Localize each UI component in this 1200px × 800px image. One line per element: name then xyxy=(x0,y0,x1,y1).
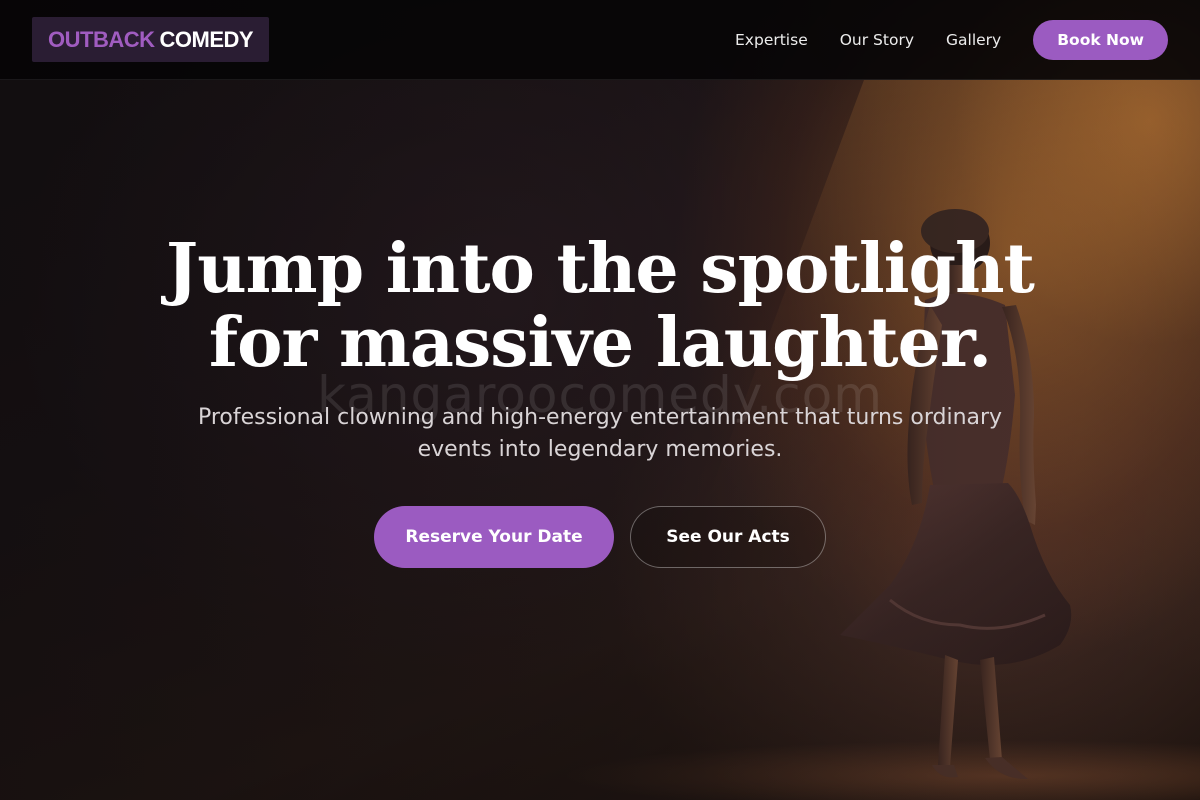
hero-subtitle-line-2: events into legendary memories. xyxy=(417,437,783,462)
hero-cta-row: Reserve Your Date See Our Acts xyxy=(374,506,826,568)
site-logo[interactable]: OUTBACK COMEDY xyxy=(32,17,270,62)
book-now-button[interactable]: Book Now xyxy=(1033,19,1168,60)
logo-accent-text: OUTBACK xyxy=(48,26,155,52)
hero-title: Jump into the spotlight for massive laug… xyxy=(166,229,1035,383)
nav-link-expertise[interactable]: Expertise xyxy=(735,31,808,49)
hero-title-line-2: for massive laughter. xyxy=(208,303,992,383)
see-acts-button[interactable]: See Our Acts xyxy=(630,506,826,568)
hero-subtitle-line-1: Professional clowning and high-energy en… xyxy=(197,405,1003,430)
main-nav: Expertise Our Story Gallery Book Now xyxy=(735,19,1168,60)
hero-subtitle: Professional clowning and high-energy en… xyxy=(180,402,1020,466)
hero-title-line-1: Jump into the spotlight xyxy=(166,229,1035,309)
hero-section: Jump into the spotlight for massive laug… xyxy=(0,232,1200,568)
logo-main-text: COMEDY xyxy=(159,26,254,52)
nav-link-gallery[interactable]: Gallery xyxy=(946,31,1001,49)
nav-link-our-story[interactable]: Our Story xyxy=(840,31,914,49)
site-header: OUTBACK COMEDY Expertise Our Story Galle… xyxy=(0,0,1200,80)
reserve-date-button[interactable]: Reserve Your Date xyxy=(374,506,614,568)
